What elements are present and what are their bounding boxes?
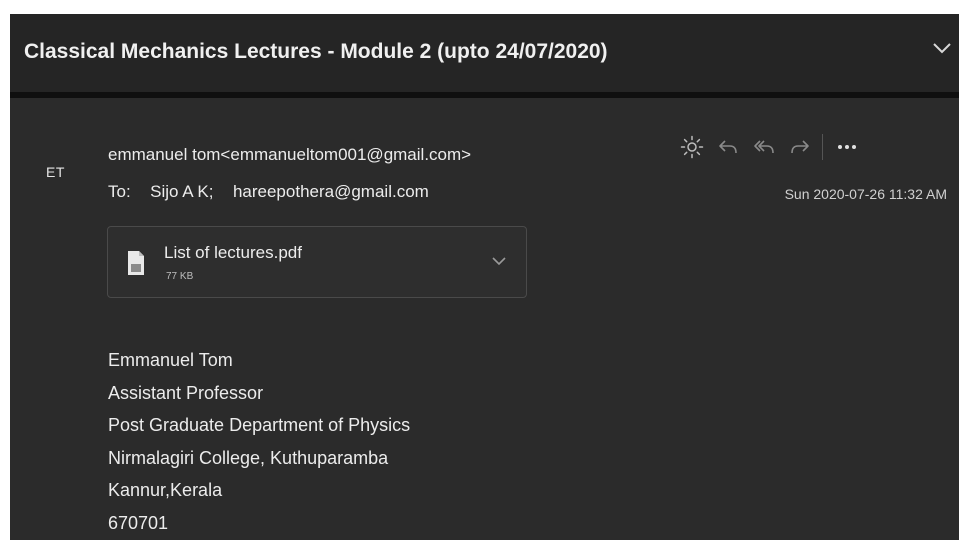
reply-button[interactable]	[710, 132, 746, 162]
attachment-name: List of lectures.pdf	[164, 243, 302, 262]
subject-bar: Classical Mechanics Lectures - Module 2 …	[10, 14, 959, 92]
sender-avatar[interactable]: ET	[46, 164, 65, 180]
attachment-size: 77 KB	[166, 271, 194, 282]
signature-line: Post Graduate Department of Physics	[108, 415, 411, 435]
forward-button[interactable]	[782, 132, 818, 162]
chevron-down-icon[interactable]	[931, 38, 953, 58]
more-icon	[838, 145, 856, 149]
email-body-signature: Emmanuel Tom Assistant Professor Post Gr…	[108, 344, 410, 539]
to-label: To:	[108, 182, 131, 201]
sun-icon	[680, 135, 704, 159]
signature-line: Emmanuel Tom	[108, 350, 233, 370]
recipient-hareepothera[interactable]: hareepothera@gmail.com	[233, 182, 429, 201]
reply-icon	[719, 140, 737, 154]
message-toolbar	[674, 132, 865, 162]
header-divider	[10, 92, 959, 98]
reply-all-icon	[754, 140, 774, 154]
attachment-card[interactable]: List of lectures.pdf 77 KB	[107, 226, 527, 298]
forward-icon	[791, 140, 809, 154]
signature-line: Assistant Professor	[108, 382, 264, 403]
pdf-file-icon	[128, 251, 144, 275]
signature-line: Kannur,Kerala	[108, 480, 223, 500]
signature-line: Nirmalagiri College, Kuthuparamba	[108, 447, 389, 468]
received-timestamp: Sun 2020-07-26 11:32 AM	[784, 186, 947, 202]
toolbar-divider	[822, 134, 823, 160]
recipient-sijo[interactable]: Sijo A K;	[150, 182, 213, 201]
signature-line: 670701	[108, 512, 169, 533]
sender-name[interactable]: emmanuel tom<emmanueltom001@gmail.com>	[108, 145, 471, 165]
reading-pane: Classical Mechanics Lectures - Module 2 …	[10, 14, 959, 540]
email-subject: Classical Mechanics Lectures - Module 2 …	[24, 40, 608, 63]
theme-toggle-button[interactable]	[674, 132, 710, 162]
more-actions-button[interactable]	[829, 132, 865, 162]
recipients-line: To: Sijo A K; hareepothera@gmail.com	[108, 182, 429, 202]
chevron-down-icon[interactable]	[490, 253, 508, 269]
reply-all-button[interactable]	[746, 132, 782, 162]
